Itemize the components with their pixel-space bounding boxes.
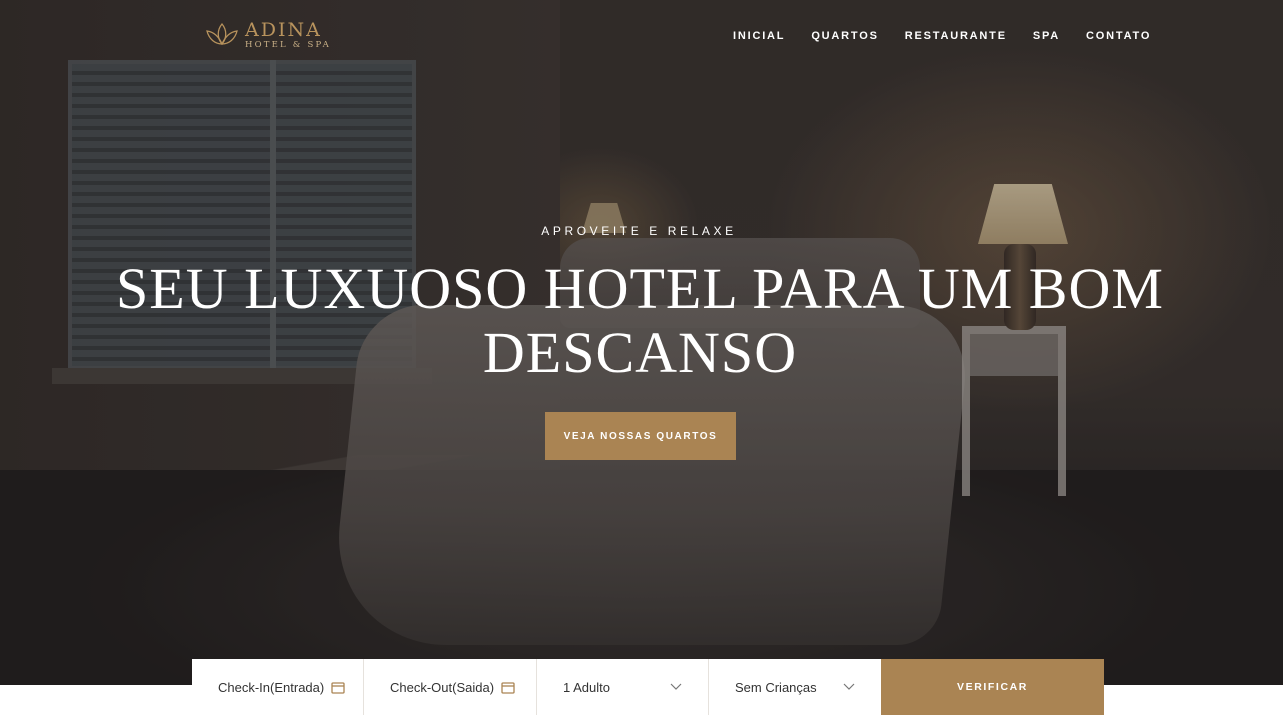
chevron-down-icon — [843, 683, 855, 690]
nav-item-spa[interactable]: SPA — [1033, 30, 1060, 42]
checkout-label: Check-Out(Saida) — [390, 679, 495, 695]
hero-kicker: APROVEITE E RELAXE — [541, 224, 737, 238]
logo[interactable]: ADINA HOTEL & SPA — [203, 20, 331, 50]
calendar-icon — [331, 681, 345, 694]
children-value: Sem Crianças — [735, 679, 817, 695]
nav-item-quartos[interactable]: QUARTOS — [811, 30, 878, 42]
booking-form: Check-In(Entrada) Check-Out(Saida) 1 Adu… — [192, 659, 1104, 715]
hero-headline: SEU LUXUOSO HOTEL PARA UM BOM DESCANSO — [116, 256, 1164, 385]
view-rooms-button[interactable]: VEJA NOSSAS QUARTOS — [545, 412, 736, 460]
logo-text: ADINA HOTEL & SPA — [245, 18, 331, 50]
checkout-field[interactable]: Check-Out(Saida) — [364, 659, 537, 715]
chevron-down-icon — [670, 683, 682, 690]
nav-item-inicial[interactable]: INICIAL — [733, 30, 785, 42]
children-select[interactable]: Sem Crianças — [709, 659, 881, 715]
brand-tagline: HOTEL & SPA — [245, 39, 331, 50]
adults-select[interactable]: 1 Adulto — [537, 659, 709, 715]
nav-item-contato[interactable]: CONTATO — [1086, 30, 1151, 42]
verify-button[interactable]: VERIFICAR — [881, 659, 1104, 715]
checkin-label: Check-In(Entrada) — [218, 679, 325, 695]
brand-name: ADINA — [245, 18, 322, 41]
main-nav: INICIAL QUARTOS RESTAURANTE SPA CONTATO — [733, 30, 1177, 42]
site-header: ADINA HOTEL & SPA INICIAL QUARTOS RESTAU… — [0, 0, 1283, 74]
adults-value: 1 Adulto — [563, 679, 610, 695]
nav-item-restaurante[interactable]: RESTAURANTE — [905, 30, 1007, 42]
calendar-icon — [501, 681, 515, 694]
checkin-field[interactable]: Check-In(Entrada) — [192, 659, 364, 715]
lotus-icon — [206, 22, 238, 46]
